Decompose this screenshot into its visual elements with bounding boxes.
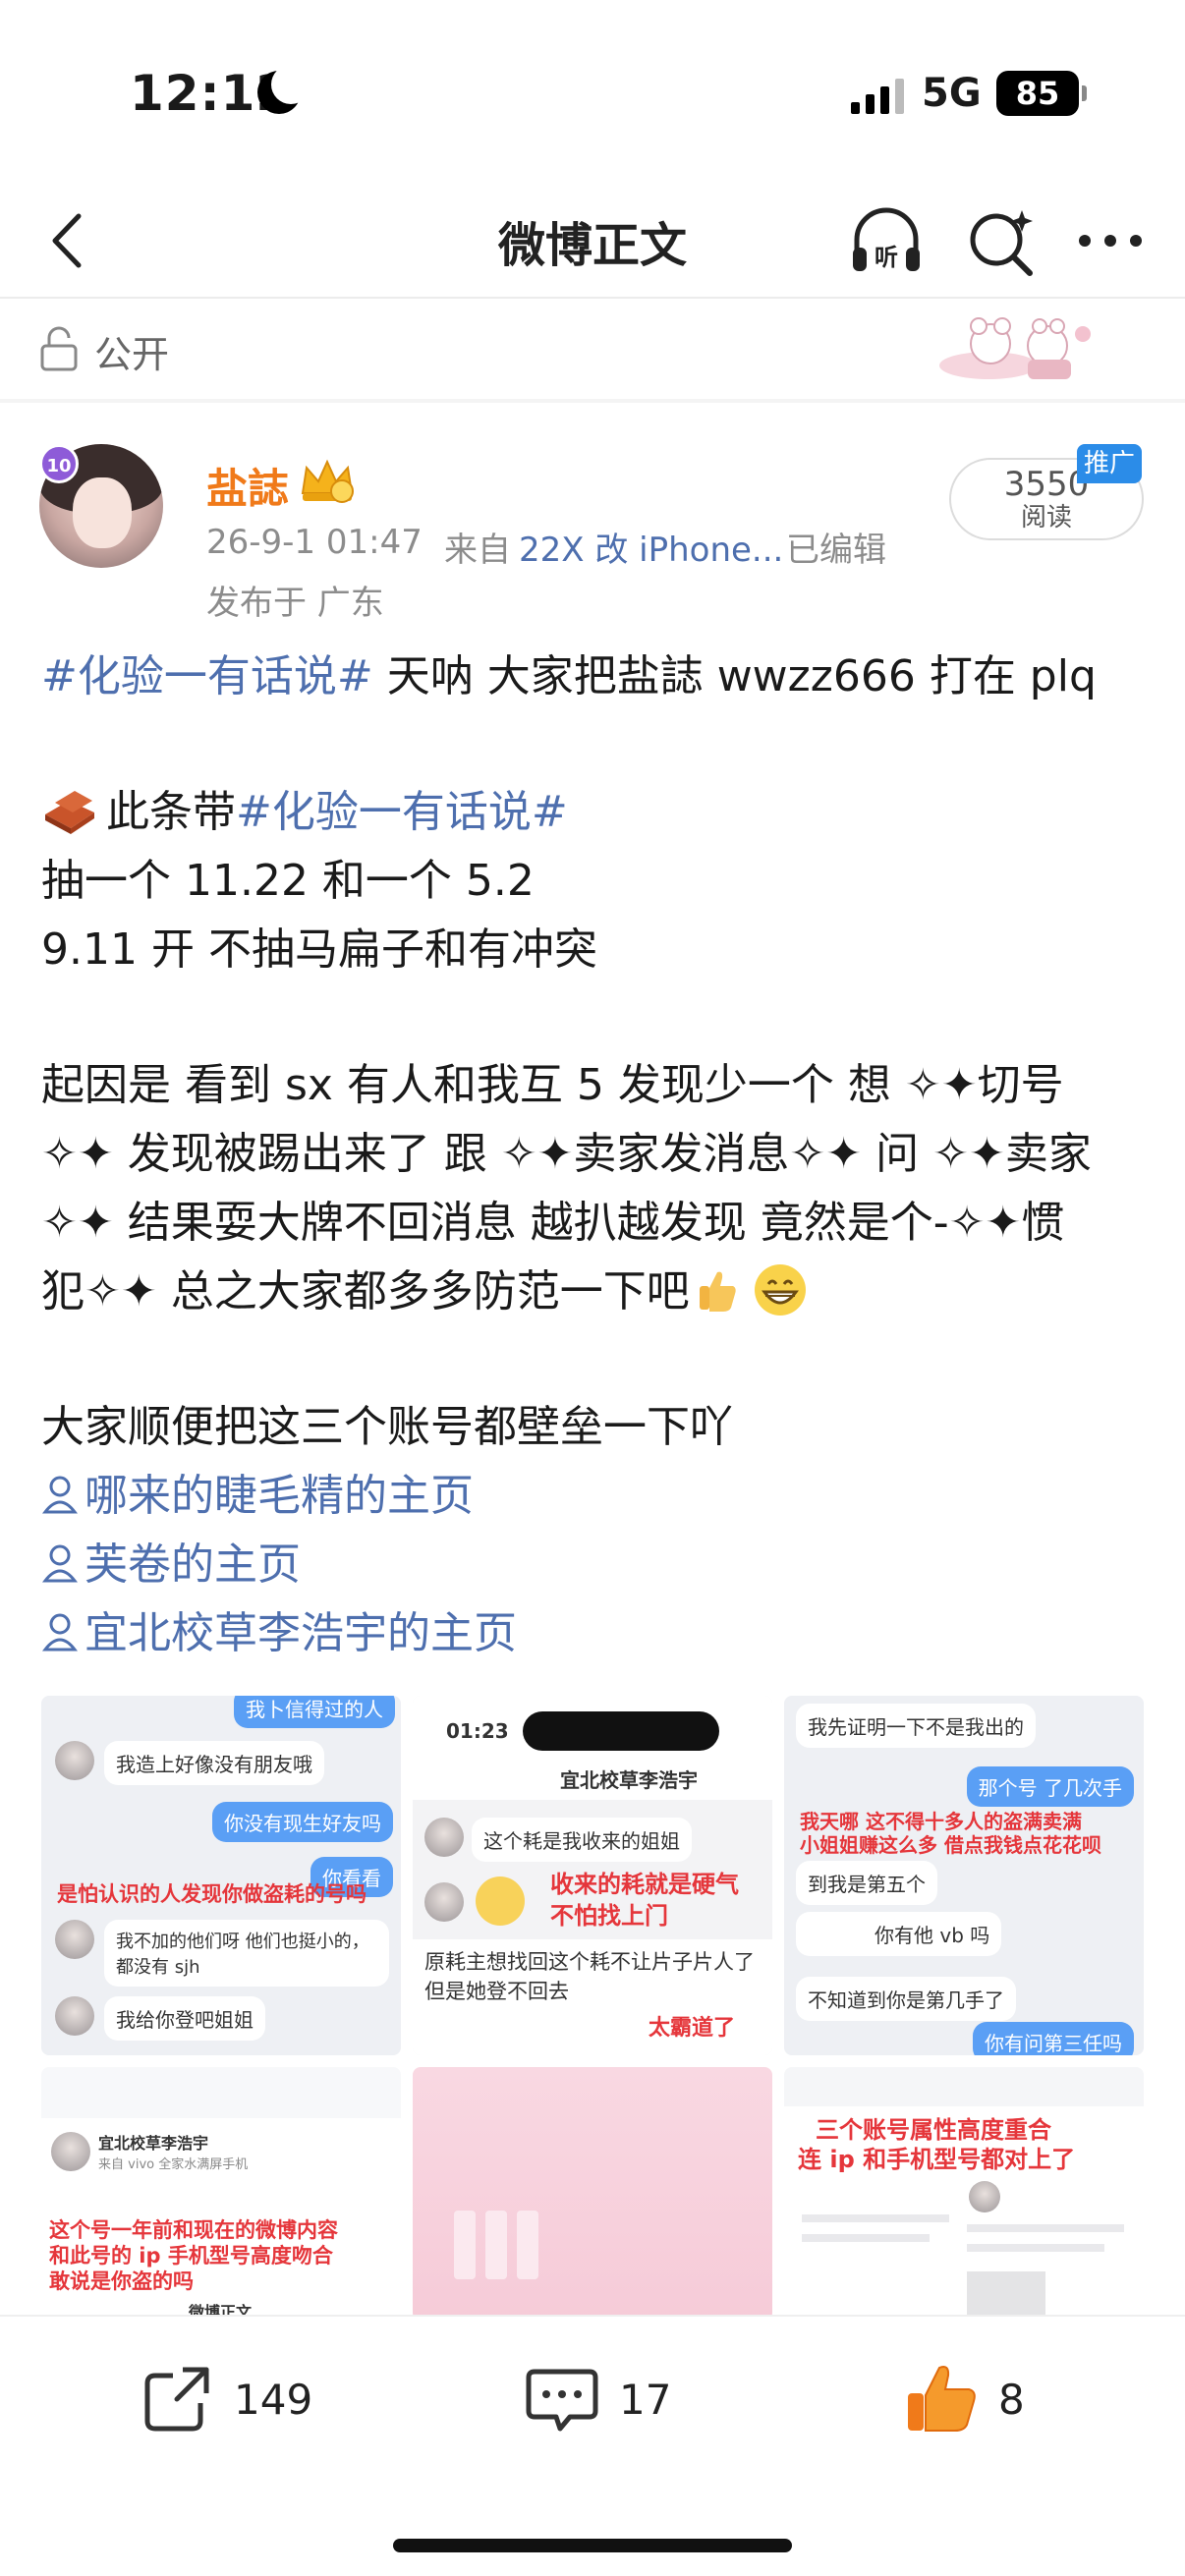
chat-bubble: 到我是第五个 bbox=[796, 1861, 937, 1905]
author-name[interactable]: 盐誌 bbox=[206, 456, 289, 516]
edited-label: 已编辑 bbox=[786, 531, 886, 570]
brick-icon bbox=[45, 791, 94, 834]
chat-bubble: 我造上好像没有朋友哦 bbox=[104, 1741, 324, 1785]
chat-avatar bbox=[55, 1920, 94, 1959]
signal-icon bbox=[851, 79, 904, 114]
chat-avatar bbox=[424, 1818, 464, 1857]
share-count: 149 bbox=[234, 2375, 313, 2424]
like-count: 8 bbox=[998, 2375, 1025, 2424]
search-icon[interactable] bbox=[959, 200, 1042, 283]
screenshot-time: 01:23 bbox=[446, 1719, 509, 1743]
user-link-3[interactable]: 宜北校草李浩宇的主页 bbox=[85, 1608, 517, 1658]
chat-avatar bbox=[55, 1741, 94, 1780]
image-thumbnail[interactable] bbox=[413, 2067, 772, 2321]
image-grid: 我卜信得过的人 我造上好像没有朋友哦 你没有现生好友吗 你看看 是怕认识的人发现… bbox=[41, 1696, 1144, 2321]
comment-button[interactable]: 17 bbox=[523, 2360, 671, 2438]
post-text-line: ✧✦ 发现被踢出来了 跟 ✧✦卖家发消息✧✦ 问 ✧✦卖家 bbox=[41, 1129, 1092, 1179]
action-bar: 149 17 8 bbox=[0, 2315, 1185, 2482]
chat-bubble: 这个耗是我收来的姐姐 bbox=[472, 1818, 692, 1862]
share-icon bbox=[144, 2367, 209, 2432]
image-thumbnail[interactable]: 我先证明一下不是我出的 那个号 了几次手 我天哪 这不得十多人的盗满卖满 小姐姐… bbox=[784, 1696, 1144, 2055]
post-source[interactable]: 22X 改 iPhone... bbox=[519, 523, 783, 571]
thumbs-up-icon bbox=[699, 1271, 736, 1312]
post-time: 26-9-1 01:47 bbox=[206, 523, 423, 562]
user-icon bbox=[41, 1544, 79, 1583]
post-text-line: ✧✦ 结果耍大牌不回消息 越扒越发现 竟然是个-✧✦惯 bbox=[41, 1198, 1065, 1248]
chat-bubble: 原耗主想找回这个耗不让片子片人了但是她登不回去 bbox=[424, 1950, 755, 2003]
chat-bubble: 你有问第三任吗 bbox=[973, 2022, 1134, 2055]
grin-emoji-icon bbox=[754, 1264, 806, 1316]
chat-bubble: 你有他 vb 吗 bbox=[796, 1912, 1002, 1956]
chat-bubble: 我给你登吧姐姐 bbox=[104, 1996, 265, 2041]
share-button[interactable]: 149 bbox=[138, 2360, 312, 2438]
svg-text:听: 听 bbox=[875, 244, 898, 271]
chat-bubble: 你没有现生好友吗 bbox=[212, 1802, 393, 1842]
chat-avatar bbox=[55, 1996, 94, 2036]
nav-bar: 微博正文 听 bbox=[0, 187, 1185, 295]
annotation-text: 是怕认识的人发现你做盗耗的号吗 bbox=[57, 1882, 367, 1906]
source-prefix: 来自 bbox=[444, 531, 511, 570]
post-text-line: 起因是 看到 sx 有人和我互 5 发现少一个 想 ✧✦切号 bbox=[41, 1060, 1064, 1110]
chat-bubble: 不知道到你是第几手了 bbox=[796, 1977, 1016, 2021]
crown-badge-icon bbox=[301, 459, 354, 503]
user-icon bbox=[41, 1476, 79, 1514]
annotation-text: 收来的耗就是硬气 bbox=[550, 1871, 739, 1898]
post-text-prefix: 此条带 bbox=[106, 787, 236, 837]
network-type: 5G bbox=[922, 71, 982, 116]
user-link-2[interactable]: 芙卷的主页 bbox=[85, 1540, 301, 1590]
chat-avatar bbox=[969, 2181, 1000, 2212]
chat-bubble: 我卜信得过的人 bbox=[234, 1696, 395, 1728]
post-text-line: 9.11 开 不抽马扁子和有冲突 bbox=[41, 924, 597, 975]
section-divider bbox=[0, 399, 1185, 403]
screenshot-username: 宜北校草李浩宇 bbox=[98, 2134, 209, 2153]
image-thumbnail[interactable]: 宜北校草李浩宇 来自 vivo 全家水满屏手机 这个号一年前和现在的微博内容 和… bbox=[41, 2067, 401, 2321]
post-text-line: 天呐 大家把盐誌 wwzz666 打在 plq bbox=[372, 651, 1097, 701]
screenshot-title: 宜北校草李浩宇 bbox=[560, 1768, 698, 1792]
chat-avatar bbox=[424, 1882, 464, 1922]
image-thumbnail[interactable]: 01:23 宜北校草李浩宇 这个耗是我收来的姐姐 收来的耗就是硬气 不怕找上门 … bbox=[413, 1696, 772, 2055]
post-text-line: 犯✧✦ 总之大家都多多防范一下吧 bbox=[41, 1266, 690, 1316]
post-location: 发布于 广东 bbox=[206, 584, 384, 623]
chat-bubble: 那个号 了几次手 bbox=[966, 1766, 1134, 1807]
annotation-text: 不怕找上门 bbox=[550, 1902, 668, 1930]
status-bar: 12:12 5G 85 bbox=[0, 0, 1185, 187]
topic-link[interactable]: #化验一有话说# bbox=[236, 787, 568, 837]
user-icon bbox=[41, 1613, 79, 1652]
screenshot-device: 来自 vivo 全家水满屏手机 bbox=[98, 2157, 249, 2172]
comment-icon bbox=[526, 2369, 598, 2432]
vip-level-badge: 10 bbox=[39, 444, 79, 483]
thumbs-up-icon bbox=[908, 2366, 976, 2432]
moon-icon bbox=[257, 65, 310, 114]
lock-open-icon bbox=[40, 326, 78, 371]
chat-bubble: 我不加的他们呀 他们也挺小的，都没有 sjh bbox=[104, 1920, 389, 1987]
more-icon[interactable] bbox=[1071, 206, 1150, 275]
annotation-text: 连 ip 和手机型号都对上了 bbox=[798, 2146, 1076, 2173]
chat-avatar bbox=[51, 2132, 90, 2171]
user-link-1[interactable]: 哪来的睫毛精的主页 bbox=[85, 1471, 474, 1521]
chat-bubble: 我先证明一下不是我出的 bbox=[796, 1704, 1036, 1748]
promote-tag[interactable]: 推广 bbox=[1077, 444, 1142, 483]
post-text-line: 抽一个 11.22 和一个 5.2 bbox=[41, 856, 535, 906]
post-body: #化验一有话说# 天呐 大家把盐誌 wwzz666 打在 plq 此条带#化验一… bbox=[41, 643, 1152, 1668]
like-button[interactable]: 8 bbox=[902, 2360, 1025, 2438]
image-thumbnail[interactable]: 我卜信得过的人 我造上好像没有朋友哦 你没有现生好友吗 你看看 是怕认识的人发现… bbox=[41, 1696, 401, 2055]
comment-count: 17 bbox=[619, 2375, 672, 2424]
topic-link[interactable]: #化验一有话说# bbox=[41, 651, 373, 701]
visibility-row: 公开 bbox=[0, 299, 1185, 397]
home-indicator bbox=[393, 2539, 792, 2552]
read-label: 阅读 bbox=[1020, 503, 1072, 532]
annotation-text: 太霸道了 bbox=[649, 2016, 736, 2041]
battery-icon: 85 bbox=[996, 71, 1087, 116]
post-text-line: 大家顺便把这三个账号都壁垒一下吖 bbox=[41, 1402, 733, 1452]
annotation-text: 小姐姐赚这么多 借点我钱点花花呗 bbox=[800, 1833, 1101, 1857]
image-thumbnail[interactable]: 三个账号属性高度重合 连 ip 和手机型号都对上了 bbox=[784, 2067, 1144, 2321]
headphones-icon[interactable]: 听 bbox=[845, 200, 928, 283]
visibility-label: 公开 bbox=[94, 333, 170, 376]
decorative-sticker-icon bbox=[939, 317, 1091, 379]
annotation-text: 敢说是你盗的吗 bbox=[49, 2269, 194, 2293]
